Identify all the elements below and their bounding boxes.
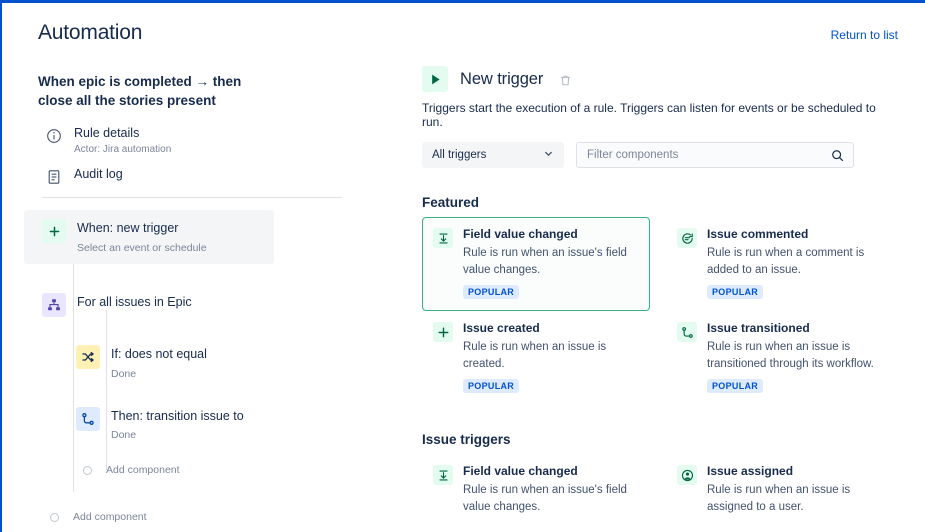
issue-trigger-grid: Field value changed Rule is run when an … (422, 454, 898, 532)
comment-icon (677, 228, 697, 248)
trigger-filter-controls: All triggers (422, 142, 898, 168)
info-circle-icon (46, 128, 62, 144)
sidebar-item-label: Audit log (74, 167, 123, 182)
chevron-down-icon (543, 148, 554, 162)
status-badge: POPULAR (463, 379, 519, 393)
tree-node-action[interactable]: Then: transition issue to Done (76, 400, 344, 449)
trigger-card-title: Field value changed (463, 227, 639, 241)
new-trigger-description: Triggers start the execution of a rule. … (422, 101, 898, 129)
status-badge: POPULAR (707, 285, 763, 299)
add-node-dot-icon (83, 466, 92, 475)
tree-node-sub: Done (111, 368, 207, 380)
new-trigger-title: New trigger (460, 70, 543, 89)
trigger-type-select-value: All triggers (432, 149, 486, 161)
trigger-card-description: Rule is run when an issue's field value … (463, 245, 639, 278)
trigger-card-issue-assigned[interactable]: Issue assigned Rule is run when an issue… (666, 454, 898, 526)
trigger-card-description: Rule is run when an issue is assigned to… (707, 482, 887, 515)
new-trigger-header: New trigger (422, 66, 898, 92)
tree-node-branch[interactable]: For all issues in Epic (42, 286, 344, 324)
search-icon (831, 149, 844, 162)
add-component-root-button[interactable]: Add component (42, 505, 344, 529)
field-value-changed-icon (433, 228, 453, 248)
field-value-changed-icon (433, 465, 453, 485)
transition-icon (677, 322, 697, 342)
trigger-card-issue-commented[interactable]: Issue commented Rule is run when a comme… (666, 217, 898, 311)
sidebar-item-label: Rule details (74, 126, 171, 141)
search-input[interactable] (587, 149, 831, 161)
tree-node-sub: Done (111, 429, 244, 441)
condition-icon (76, 345, 100, 369)
section-title-issue-triggers: Issue triggers (422, 432, 898, 447)
trigger-card-issue-created-2[interactable]: Issue created Rule is run when an issue … (666, 526, 898, 532)
trigger-card-description: Rule is run when an issue is transitione… (707, 339, 887, 372)
page-title: Automation (38, 21, 344, 45)
sidebar-item-audit-log[interactable]: Audit log (46, 167, 344, 185)
section-title-featured: Featured (422, 195, 898, 210)
sidebar-nav: Rule details Actor: Jira automation (46, 126, 344, 185)
add-component-nested-button[interactable]: Add component (42, 458, 344, 482)
rule-sidebar: Automation When epic is completed → then… (2, 3, 374, 532)
rule-name-heading: When epic is completed → then close all … (38, 73, 278, 110)
transition-icon (76, 407, 100, 431)
status-badge: POPULAR (463, 285, 519, 299)
trigger-card-title: Issue assigned (707, 464, 887, 478)
trigger-type-select[interactable]: All triggers (422, 142, 564, 168)
trigger-picker-panel: Return to list New trigger Triggers star… (374, 3, 925, 532)
trigger-card-field-value-changed-2[interactable]: Field value changed Rule is run when an … (422, 454, 650, 526)
trigger-card-description: Rule is run when a comment is added to a… (707, 245, 887, 278)
trigger-card-description: Rule is run when an issue's field value … (463, 482, 639, 515)
trigger-card-issue-created[interactable]: Issue created Rule is run when an issue … (422, 311, 650, 405)
tree-node-condition[interactable]: If: does not equal Done (76, 338, 344, 387)
trigger-card-title: Field value changed (463, 464, 639, 478)
rule-tree: When: new trigger Select an event or sch… (42, 210, 344, 532)
add-component-label: Add component (106, 464, 180, 476)
sidebar-item-sublabel: Actor: Jira automation (74, 144, 171, 155)
tree-node-title: If: does not equal (111, 347, 207, 363)
person-icon (677, 465, 697, 485)
featured-trigger-grid: Field value changed Rule is run when an … (422, 217, 898, 405)
tree-trunk-line (73, 236, 74, 492)
tree-node-title: Then: transition issue to (111, 409, 244, 425)
tree-node-title: For all issues in Epic (77, 295, 192, 311)
trigger-card-field-value-changed[interactable]: Field value changed Rule is run when an … (422, 217, 650, 311)
trash-icon[interactable] (559, 74, 572, 87)
return-to-list-link[interactable]: Return to list (831, 28, 898, 42)
trigger-card-title: Issue created (463, 321, 639, 335)
play-icon (422, 66, 448, 92)
plus-icon (433, 322, 453, 342)
automation-app: Automation When epic is completed → then… (0, 0, 925, 532)
add-component-label: Add component (73, 511, 147, 523)
trigger-card-issue-transitioned[interactable]: Issue transitioned Rule is run when an i… (666, 311, 898, 405)
trigger-card-issue-commented-2[interactable]: Issue commented Rule is run when a comme… (422, 526, 650, 532)
plus-icon (42, 219, 66, 243)
trigger-card-title: Issue commented (707, 227, 887, 241)
hierarchy-icon (42, 293, 66, 317)
tree-node-trigger[interactable]: When: new trigger Select an event or sch… (24, 210, 274, 264)
status-badge: POPULAR (707, 379, 763, 393)
sidebar-item-rule-details[interactable]: Rule details Actor: Jira automation (46, 126, 344, 155)
tree-node-title: When: new trigger (77, 221, 207, 237)
filter-components-search[interactable] (576, 142, 854, 168)
audit-log-icon (46, 169, 62, 185)
trigger-card-description: Rule is run when an issue is created. (463, 339, 639, 372)
sidebar-divider (42, 197, 342, 198)
tree-node-sub: Select an event or schedule (77, 242, 207, 254)
add-node-dot-icon (50, 513, 59, 522)
trigger-card-title: Issue transitioned (707, 321, 887, 335)
